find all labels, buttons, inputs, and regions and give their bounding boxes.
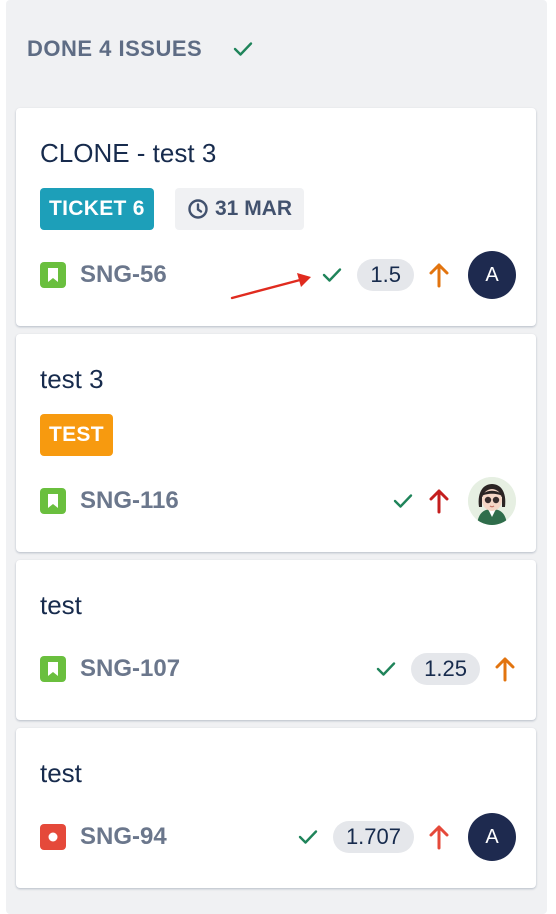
issue-card[interactable]: test 3 TEST SNG-116 bbox=[16, 334, 536, 552]
card-footer-right: 1.707 A bbox=[297, 813, 516, 861]
column-header: DONE 4 ISSUES bbox=[27, 34, 254, 64]
arrow-up-icon bbox=[494, 656, 516, 682]
issue-key[interactable]: SNG-56 bbox=[80, 261, 167, 289]
due-date-badge: 31 MAR bbox=[175, 188, 305, 230]
check-icon bbox=[232, 40, 254, 58]
clock-icon bbox=[188, 199, 208, 219]
issue-summary[interactable]: test bbox=[40, 758, 82, 789]
label-lozenge: TICKET 6 bbox=[40, 188, 154, 230]
check-icon bbox=[321, 266, 343, 284]
story-icon bbox=[40, 656, 66, 682]
label-text: TICKET 6 bbox=[49, 197, 145, 220]
arrow-up-icon bbox=[428, 824, 450, 850]
card-footer-right: 1.5 A bbox=[321, 251, 516, 299]
issue-card[interactable]: test SNG-107 1.25 bbox=[16, 560, 536, 720]
story-icon bbox=[40, 488, 66, 514]
estimate-badge: 1.707 bbox=[332, 821, 414, 853]
check-icon bbox=[392, 492, 414, 510]
avatar-initial: A bbox=[485, 263, 499, 286]
assignee-avatar-cartoon-girl[interactable] bbox=[468, 477, 516, 525]
arrow-up-icon bbox=[428, 262, 450, 288]
issue-key[interactable]: SNG-116 bbox=[80, 487, 179, 515]
label-lozenge: TEST bbox=[40, 414, 113, 456]
issue-card[interactable]: CLONE - test 3 TICKET 6 31 MAR SNG-56 1.… bbox=[16, 108, 536, 326]
issue-key[interactable]: SNG-94 bbox=[80, 823, 167, 851]
estimate-badge: 1.25 bbox=[411, 653, 480, 685]
estimate-badge: 1.5 bbox=[357, 259, 414, 291]
arrow-up-icon bbox=[428, 488, 450, 514]
card-footer-right bbox=[392, 477, 516, 525]
story-icon bbox=[40, 262, 66, 288]
assignee-avatar[interactable]: A bbox=[468, 251, 516, 299]
avatar-cartoon-girl-icon bbox=[468, 477, 516, 525]
issue-summary[interactable]: test 3 bbox=[40, 364, 104, 395]
issue-card[interactable]: test SNG-94 1.707 A bbox=[16, 728, 536, 888]
issue-summary[interactable]: test bbox=[40, 590, 82, 621]
avatar-initial: A bbox=[485, 825, 499, 848]
check-icon bbox=[297, 828, 319, 846]
assignee-avatar[interactable]: A bbox=[468, 813, 516, 861]
column-title: DONE 4 ISSUES bbox=[27, 36, 203, 61]
check-icon bbox=[375, 660, 397, 678]
issue-key[interactable]: SNG-107 bbox=[80, 655, 180, 683]
issue-summary[interactable]: CLONE - test 3 bbox=[40, 138, 216, 169]
due-date-text: 31 MAR bbox=[215, 197, 293, 220]
bug-icon bbox=[40, 824, 66, 850]
label-text: TEST bbox=[49, 423, 104, 446]
card-footer-right: 1.25 bbox=[375, 653, 516, 685]
